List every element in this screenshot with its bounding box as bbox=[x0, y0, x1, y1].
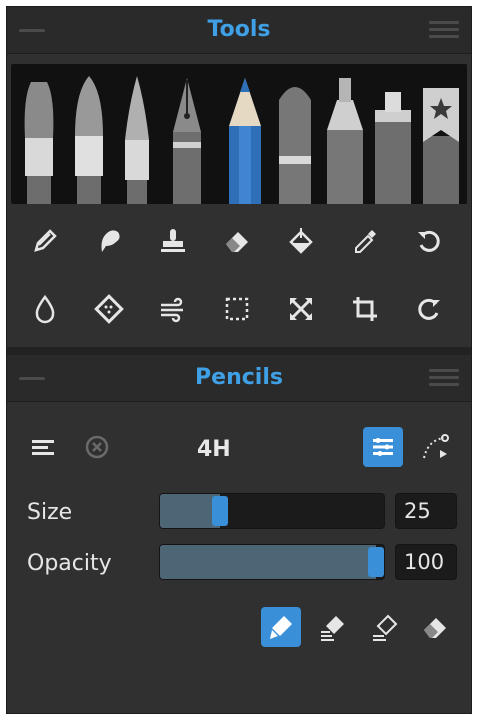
stamp-icon[interactable] bbox=[153, 221, 193, 261]
brush-settings-icon[interactable] bbox=[363, 427, 403, 467]
opacity-value-input[interactable]: 100 bbox=[395, 544, 457, 580]
crop-icon[interactable] bbox=[345, 289, 385, 329]
marker-icon[interactable] bbox=[323, 76, 367, 204]
blend-drop-icon[interactable] bbox=[25, 289, 65, 329]
eraser-mode-icon[interactable] bbox=[415, 607, 455, 647]
transform-icon[interactable] bbox=[281, 289, 321, 329]
blend-mode-icon[interactable] bbox=[313, 607, 353, 647]
size-slider[interactable] bbox=[159, 493, 385, 529]
size-slider-fill bbox=[160, 494, 220, 528]
eyedropper-icon[interactable] bbox=[345, 221, 385, 261]
size-slider-knob[interactable] bbox=[212, 496, 228, 526]
menu-icon[interactable] bbox=[429, 21, 459, 39]
opacity-label: Opacity bbox=[27, 551, 112, 576]
opacity-slider-knob[interactable] bbox=[368, 547, 384, 577]
eraser-icon[interactable] bbox=[217, 221, 257, 261]
tools-panel-header: Tools bbox=[7, 7, 471, 54]
ink-pen-icon[interactable] bbox=[167, 76, 207, 204]
favorites-icon[interactable] bbox=[421, 86, 461, 204]
app-frame: Tools Pencils 4H Size 25 Opacity 100 bbox=[6, 6, 472, 714]
smudge-icon[interactable] bbox=[89, 221, 129, 261]
airbrush-icon[interactable] bbox=[373, 86, 413, 204]
brush-selector bbox=[11, 64, 467, 204]
paint-mode-icon[interactable] bbox=[261, 607, 301, 647]
texture-icon[interactable] bbox=[89, 289, 129, 329]
wind-icon[interactable] bbox=[153, 289, 193, 329]
pastel-icon[interactable] bbox=[275, 80, 315, 204]
menu-icon[interactable] bbox=[429, 369, 459, 387]
tools-panel-title: Tools bbox=[207, 17, 271, 42]
brush-panel-header: Pencils bbox=[7, 355, 471, 402]
pencil-icon[interactable] bbox=[225, 76, 265, 204]
selection-icon[interactable] bbox=[217, 289, 257, 329]
undo-icon[interactable] bbox=[409, 221, 449, 261]
erase-brush-icon[interactable] bbox=[365, 607, 405, 647]
pencil-sketch-icon[interactable] bbox=[25, 221, 65, 261]
opacity-slider-fill bbox=[160, 545, 376, 579]
fill-bucket-icon[interactable] bbox=[281, 221, 321, 261]
brush-panel-title: Pencils bbox=[195, 365, 283, 390]
redo-icon[interactable] bbox=[409, 289, 449, 329]
reset-preset-icon[interactable] bbox=[77, 427, 117, 467]
opacity-slider[interactable] bbox=[159, 544, 385, 580]
size-value-input[interactable]: 25 bbox=[395, 493, 457, 529]
watercolor-brush-icon[interactable] bbox=[119, 74, 155, 204]
preset-name: 4H bbox=[197, 437, 231, 462]
panel-divider bbox=[7, 347, 471, 355]
oil-brush-icon[interactable] bbox=[17, 78, 61, 204]
presets-list-icon[interactable] bbox=[23, 427, 63, 467]
stroke-path-icon[interactable] bbox=[415, 427, 455, 467]
size-label: Size bbox=[27, 500, 73, 525]
acrylic-brush-icon[interactable] bbox=[67, 74, 111, 204]
